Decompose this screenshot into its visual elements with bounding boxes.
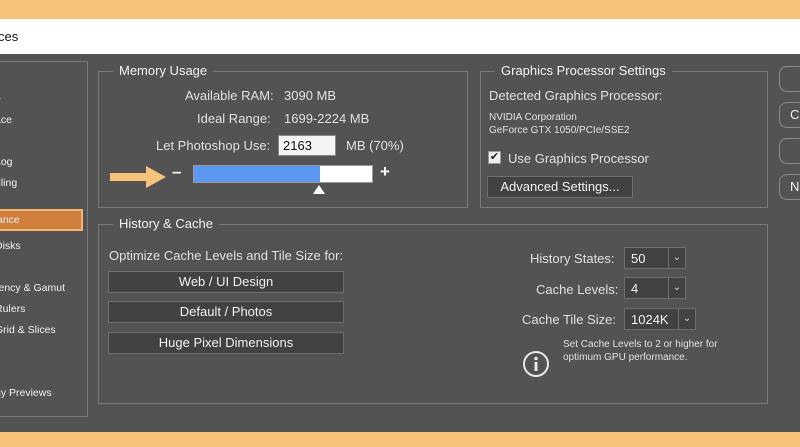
history-cache-title: History & Cache xyxy=(113,216,219,231)
memory-decrease-button[interactable]: – xyxy=(172,162,181,182)
use-gpu-label: Use Graphics Processor xyxy=(508,151,649,166)
ideal-range-value: 1699-2224 MB xyxy=(284,111,370,126)
default-photos-button[interactable]: Default / Photos xyxy=(108,301,344,323)
cache-levels-select[interactable]: 4 ⌄ xyxy=(624,277,686,299)
cache-tile-size-label: Cache Tile Size: xyxy=(522,312,616,327)
cache-note-line2: optimum GPU performance. xyxy=(563,352,688,363)
chevron-down-icon: ⌄ xyxy=(668,278,685,298)
use-gpu-checkbox[interactable]: ✔ xyxy=(488,151,501,164)
cache-tile-size-value: 1024K xyxy=(631,312,669,327)
cache-levels-label: Cache Levels: xyxy=(536,282,619,297)
ideal-range-label: Ideal Range: xyxy=(197,111,271,126)
cache-note-line1: Set Cache Levels to 2 or higher for xyxy=(563,339,718,350)
gpu-vendor: NVIDIA Corporation xyxy=(489,112,577,123)
huge-pixel-dimensions-button[interactable]: Huge Pixel Dimensions xyxy=(108,332,344,354)
available-ram-label: Available RAM: xyxy=(185,88,274,103)
cache-levels-value: 4 xyxy=(631,281,639,296)
history-states-value: 50 xyxy=(631,251,646,266)
title-bar: ces xyxy=(0,19,800,55)
chevron-down-icon: ⌄ xyxy=(668,248,685,268)
sidebar-item[interactable]: Disks xyxy=(0,240,21,252)
gpu-model: GeForce GTX 1050/PCIe/SSE2 xyxy=(489,125,630,136)
cache-tile-size-select[interactable]: 1024K ⌄ xyxy=(624,308,696,330)
sidebar-item[interactable]: gy Previews xyxy=(0,387,52,399)
cancel-button[interactable]: C xyxy=(779,102,800,128)
sidebar-item[interactable]: ace xyxy=(0,114,12,126)
sidebar-item[interactable]: Rulers xyxy=(0,303,25,315)
sidebar-item-performance[interactable]: ance xyxy=(0,209,83,231)
history-states-select[interactable]: 50 ⌄ xyxy=(624,247,686,269)
prev-button[interactable] xyxy=(779,138,800,164)
memory-slider-fill xyxy=(194,166,320,182)
available-ram-value: 3090 MB xyxy=(284,88,337,103)
annotation-arrow-icon xyxy=(110,166,166,188)
next-button[interactable]: N xyxy=(779,174,800,200)
memory-slider-thumb[interactable] xyxy=(313,185,325,194)
sidebar-item[interactable]: Log xyxy=(0,156,13,168)
web-ui-design-button[interactable]: Web / UI Design xyxy=(108,271,344,293)
memory-slider[interactable] xyxy=(193,165,373,183)
sidebar-item[interactable]: Grid & Slices xyxy=(0,324,56,336)
history-states-label: History States: xyxy=(530,251,615,266)
preferences-sidebar: e ace Log dling ance Disks rency & Gamut… xyxy=(0,61,88,417)
sidebar-item[interactable]: e xyxy=(0,93,1,105)
memory-usage-title: Memory Usage xyxy=(113,63,214,78)
window-title: ces xyxy=(0,29,19,44)
optimize-label: Optimize Cache Levels and Tile Size for: xyxy=(109,248,344,263)
memory-percent-label: MB (70%) xyxy=(346,138,404,153)
advanced-settings-button[interactable]: Advanced Settings... xyxy=(487,176,633,198)
chevron-down-icon: ⌄ xyxy=(678,309,695,329)
graphics-processor-title: Graphics Processor Settings xyxy=(495,63,672,78)
let-photoshop-use-label: Let Photoshop Use: xyxy=(156,138,271,153)
memory-amount-input[interactable]: 2163 xyxy=(278,135,336,156)
sidebar-item[interactable]: dling xyxy=(0,177,17,189)
info-icon xyxy=(523,351,549,377)
memory-increase-button[interactable]: + xyxy=(380,162,390,182)
preferences-dialog: e ace Log dling ance Disks rency & Gamut… xyxy=(0,54,800,432)
sidebar-item[interactable]: rency & Gamut xyxy=(0,282,65,294)
detected-gpu-label: Detected Graphics Processor: xyxy=(489,88,663,103)
ok-button[interactable] xyxy=(779,66,800,92)
